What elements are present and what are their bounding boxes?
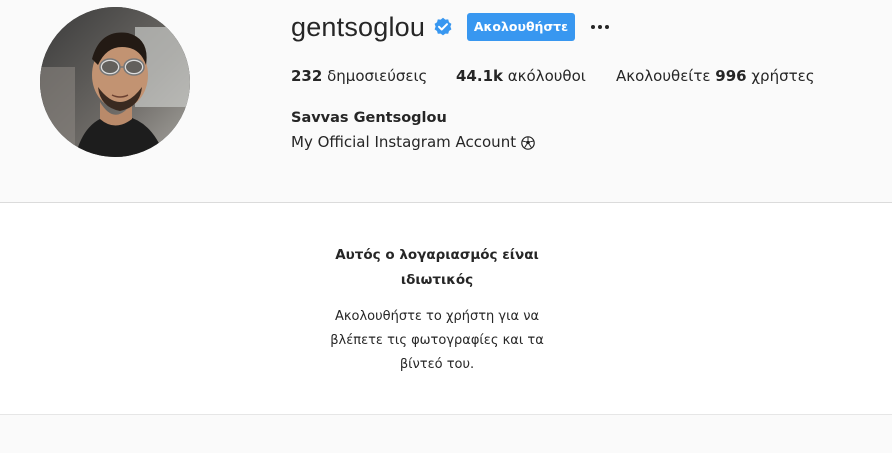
posts-label: δημοσιεύσεις — [327, 67, 428, 85]
profile-header: gentsoglou Ακολουθήστε 232 δημοσιεύσεις … — [0, 0, 892, 202]
followers-count: 44.1k — [456, 67, 503, 85]
username: gentsoglou — [291, 12, 426, 42]
followers-label: ακόλουθοι — [507, 67, 586, 85]
more-dot — [598, 25, 602, 29]
bio: My Official Instagram Account — [291, 132, 535, 152]
profile-page: gentsoglou Ακολουθήστε 232 δημοσιεύσεις … — [0, 0, 892, 453]
more-options-icon[interactable] — [588, 13, 612, 41]
private-description-line: βλέπετε τις φωτογραφίες και τα — [330, 333, 544, 348]
username-row: gentsoglou — [291, 12, 453, 42]
following-suffix: χρήστες — [751, 67, 815, 85]
verified-badge-icon — [433, 17, 453, 37]
posts-count: 232 — [291, 67, 323, 85]
posts-stat: 232 δημοσιεύσεις — [291, 66, 427, 86]
more-dot — [591, 25, 595, 29]
private-title: Αυτός ο λογαριασμός είναι ιδιωτικός — [0, 243, 874, 293]
private-account-panel: Αυτός ο λογαριασμός είναι ιδιωτικός Ακολ… — [0, 202, 892, 415]
soccer-ball-icon — [521, 135, 535, 150]
avatar-photo — [40, 7, 190, 157]
profile-avatar[interactable] — [40, 7, 190, 157]
followers-stat[interactable]: 44.1k ακόλουθοι — [456, 66, 586, 86]
private-description: Ακολουθήστε το χρήστη για να βλέπετε τις… — [0, 305, 874, 377]
private-description-line: Ακολουθήστε το χρήστη για να — [334, 309, 540, 324]
following-stat[interactable]: Ακολουθείτε 996 χρήστες — [616, 66, 815, 86]
bio-text: My Official Instagram Account — [291, 133, 517, 151]
follow-button[interactable]: Ακολουθήστε — [467, 13, 575, 41]
following-count: 996 — [715, 67, 747, 85]
following-prefix: Ακολουθείτε — [616, 67, 711, 85]
private-title-line: ιδιωτικός — [400, 272, 474, 288]
full-name: Savvas Gentsoglou — [291, 110, 447, 126]
private-title-line: Αυτός ο λογαριασμός είναι — [335, 247, 539, 263]
private-description-line: βίντεό του. — [399, 357, 475, 372]
more-dot — [605, 25, 609, 29]
